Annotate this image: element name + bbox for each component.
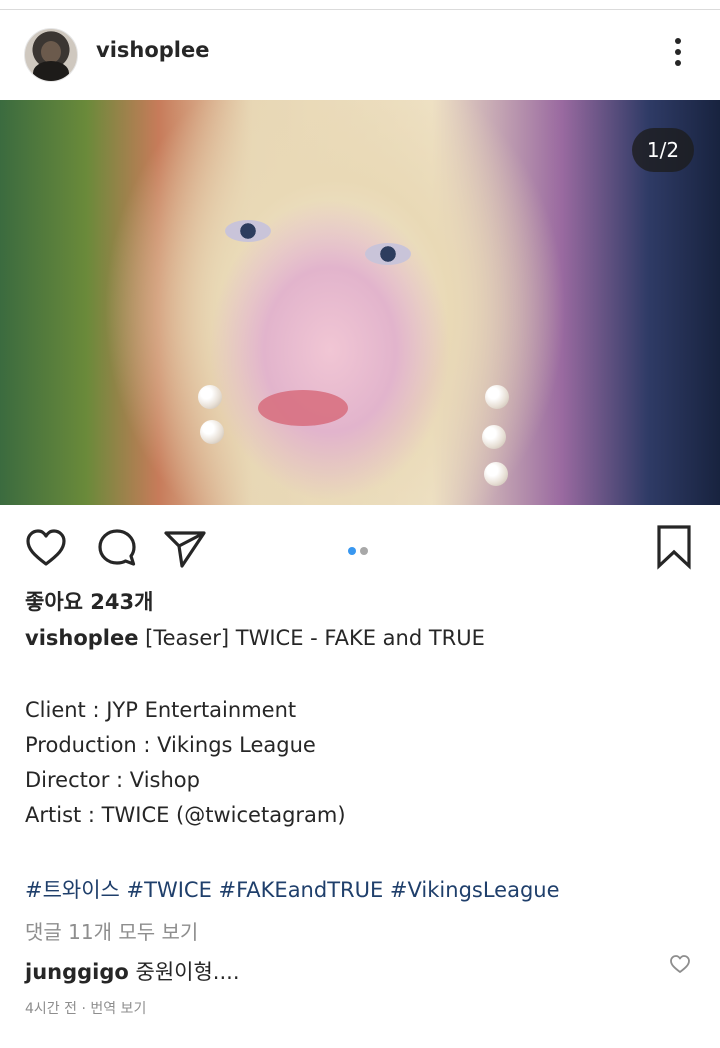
top-divider (0, 0, 720, 10)
image-eye-left (225, 220, 271, 242)
image-pearl (200, 420, 224, 444)
image-lips (258, 390, 348, 426)
caption-line: Production : Vikings League (25, 733, 316, 757)
comment-author[interactable]: junggigo (25, 960, 129, 984)
carousel-dot-active (348, 547, 356, 555)
image-counter-badge: 1/2 (632, 128, 694, 172)
image-pearl (198, 385, 222, 409)
carousel-indicator (348, 540, 372, 559)
caption-line: Director : Vishop (25, 768, 200, 792)
avatar-body (33, 61, 69, 81)
image-eye-right (365, 243, 411, 265)
view-all-comments-link[interactable]: 댓글 11개 모두 보기 (25, 916, 198, 945)
small-heart-icon[interactable] (669, 954, 691, 974)
comment-meta[interactable]: 4시간 전 · 번역 보기 (25, 998, 146, 1018)
caption-title-line: vishoplee [Teaser] TWICE - FAKE and TRUE (25, 626, 485, 650)
caption-line: Artist : TWICE (@twicetagram) (25, 803, 346, 827)
avatar-face (41, 41, 61, 63)
comment-text: 중원이형.... (135, 960, 240, 984)
image-pearl (482, 425, 506, 449)
bookmark-icon[interactable] (654, 524, 694, 570)
caption-line: Client : JYP Entertainment (25, 698, 297, 722)
image-pearl (484, 462, 508, 486)
paper-plane-icon[interactable] (162, 526, 208, 570)
caption-hashtags[interactable]: #트와이스 #TWICE #FAKEandTRUE #VikingsLeague (25, 874, 560, 904)
post-header: vishoplee (0, 10, 720, 98)
more-options-icon[interactable] (666, 38, 690, 70)
image-pearl (485, 385, 509, 409)
heart-icon[interactable] (24, 526, 68, 570)
caption-author[interactable]: vishoplee (25, 626, 138, 650)
comment-bubble-icon[interactable] (95, 526, 139, 570)
comment-row: junggigo 중원이형.... (25, 956, 240, 986)
post-image[interactable]: 1/2 (0, 100, 720, 505)
caption-title: [Teaser] TWICE - FAKE and TRUE (145, 626, 485, 650)
carousel-dot (360, 547, 368, 555)
post-username[interactable]: vishoplee (96, 38, 209, 62)
avatar[interactable] (24, 28, 78, 82)
likes-count[interactable]: 좋아요 243개 (25, 586, 153, 616)
